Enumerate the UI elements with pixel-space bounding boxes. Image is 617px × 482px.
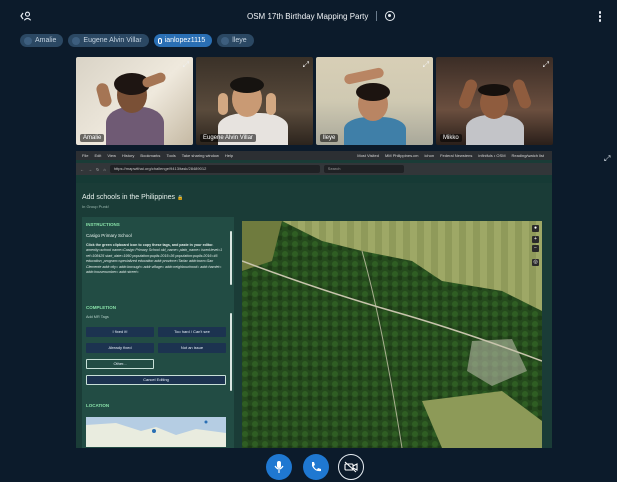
instructions-body: Click the green clipboard icon to copy t… (86, 243, 223, 275)
video-tile[interactable]: ⤢ Eugene Alvin Villar (196, 57, 313, 145)
url-field[interactable]: https://mapwithai.org/challenge/9413/tas… (109, 165, 320, 173)
bookmark-item[interactable]: infinifuls • OSM (478, 153, 505, 158)
search-field[interactable]: Search (323, 165, 404, 173)
title-area: OSM 17th Birthday Mapping Party (247, 11, 396, 21)
zoom-out-icon[interactable]: − (532, 245, 539, 252)
menu-item[interactable]: Help (225, 153, 233, 158)
not-an-issue-button[interactable]: Not an issue (158, 343, 226, 353)
tile-name-label: Amalie (80, 134, 105, 142)
other-button[interactable]: Other... (86, 359, 154, 369)
expand-icon[interactable]: ⤢ (183, 60, 189, 70)
task-side-panel: INSTRUCTIONS Casigo Primary School Click… (82, 217, 234, 448)
cancel-editing-button[interactable]: Cancel Editing (86, 375, 226, 385)
fixed-button[interactable]: I fixed it! (86, 327, 154, 337)
participant-name: Amalie (35, 37, 57, 44)
map-layers-icon[interactable]: ● (532, 225, 539, 232)
video-tile[interactable]: ⤢ Mikko (436, 57, 553, 145)
bookmark-item[interactable]: Reading/watch list (512, 153, 544, 158)
back-icon[interactable]: ← (80, 167, 84, 172)
instructions-header[interactable]: INSTRUCTIONS (86, 222, 120, 227)
expand-icon[interactable]: ⤢ (303, 60, 309, 70)
avatar (24, 36, 32, 45)
video-tile[interactable]: ⤢ Amalie (76, 57, 193, 145)
menu-item[interactable]: Tools (166, 153, 175, 158)
hangup-button[interactable] (303, 454, 329, 480)
tile-name-label: lleye (320, 134, 339, 142)
home-icon[interactable]: ⌂ (103, 167, 105, 172)
task-title: Add schools in the Philippines 🔒 (82, 194, 184, 201)
microphone-icon (274, 461, 284, 473)
tile-name-label: Mikko (440, 134, 462, 142)
bookmark-item[interactable]: Most Visited (357, 153, 379, 158)
participant-chip[interactable]: lleye (217, 34, 254, 47)
record-icon[interactable] (385, 11, 396, 21)
reload-icon[interactable]: ↻ (96, 167, 99, 172)
address-row: ← → ↻ ⌂ https://mapwithai.org/challenge/… (76, 163, 552, 175)
participant-name: lleye (232, 37, 247, 44)
completion-sub: Add MR Tags (86, 315, 109, 319)
satellite-imagery (242, 221, 542, 448)
microphone-icon (157, 37, 162, 44)
participant-name: ianlopez1115 (164, 37, 206, 44)
task-subtitle: In Group Punk! (82, 204, 109, 209)
tile-name-label: Eugene Alvin Villar (200, 134, 256, 142)
expand-icon[interactable]: ⤢ (423, 60, 429, 70)
too-hard-button[interactable]: Too hard / Can't see (158, 327, 226, 337)
more-options-icon[interactable] (597, 11, 603, 23)
expand-icon[interactable]: ⤢ (543, 60, 549, 70)
menu-item[interactable]: History (122, 153, 134, 158)
avatar (221, 36, 230, 45)
share-expand-icon[interactable]: ⤢ (604, 154, 610, 164)
menu-item[interactable]: File (82, 153, 88, 158)
conference-window: OSM 17th Birthday Mapping Party Amalie E… (0, 0, 617, 482)
participants-toggle[interactable] (20, 11, 32, 24)
participant-chip-active[interactable]: ianlopez1115 (153, 34, 213, 47)
video-tile[interactable]: ⤢ lleye (316, 57, 433, 145)
browser-menu-bar: File Edit View History Bookmarks Tools T… (76, 151, 552, 160)
participant-chip[interactable]: Eugene Alvin Villar (68, 34, 149, 47)
meeting-title: OSM 17th Birthday Mapping Party (247, 11, 369, 21)
instructions-school: Casigo Primary School (86, 233, 132, 238)
location-minimap[interactable] (86, 417, 226, 447)
microphone-button[interactable] (266, 454, 292, 480)
forward-icon[interactable]: → (88, 167, 92, 172)
menu-item[interactable]: Take sharing window (182, 153, 219, 158)
video-toggle-button[interactable] (338, 454, 364, 480)
completion-header: COMPLETION (86, 305, 116, 310)
people-back-icon (20, 11, 32, 21)
title-divider (376, 11, 378, 21)
participant-chips: Amalie Eugene Alvin Villar ianlopez1115 … (20, 34, 254, 48)
lock-icon: 🔒 (176, 195, 184, 201)
phone-icon (312, 462, 321, 472)
minimap-graphic (86, 417, 226, 447)
already-fixed-button[interactable]: Already fixed (86, 343, 154, 353)
video-camera-icon (344, 461, 358, 473)
menu-item[interactable]: View (107, 153, 116, 158)
avatar (72, 36, 81, 45)
participant-chip[interactable]: Amalie (20, 34, 64, 47)
participant-name: Eugene Alvin Villar (83, 37, 142, 44)
location-header: LOCATION (86, 403, 110, 408)
screen-share[interactable]: File Edit View History Bookmarks Tools T… (76, 151, 552, 448)
menu-item[interactable]: Edit (94, 153, 101, 158)
bookmark-item[interactable]: ichon (425, 153, 435, 158)
bookmark-item[interactable]: MM Philippines.cm (385, 153, 419, 158)
bookmarks-bar: Most Visited MM Philippines.cm ichon Fed… (357, 153, 552, 158)
bookmark-item[interactable]: Federal Newstens (440, 153, 472, 158)
zoom-in-icon[interactable]: + (532, 236, 539, 243)
app-header (76, 175, 552, 183)
scrollbar[interactable] (230, 313, 232, 391)
menu-item[interactable]: Bookmarks (140, 153, 160, 158)
top-bar: OSM 17th Birthday Mapping Party (0, 0, 617, 34)
satellite-map[interactable]: ● + − ◎ (242, 221, 542, 448)
scrollbar[interactable] (230, 231, 232, 285)
locate-icon[interactable]: ◎ (532, 259, 539, 266)
